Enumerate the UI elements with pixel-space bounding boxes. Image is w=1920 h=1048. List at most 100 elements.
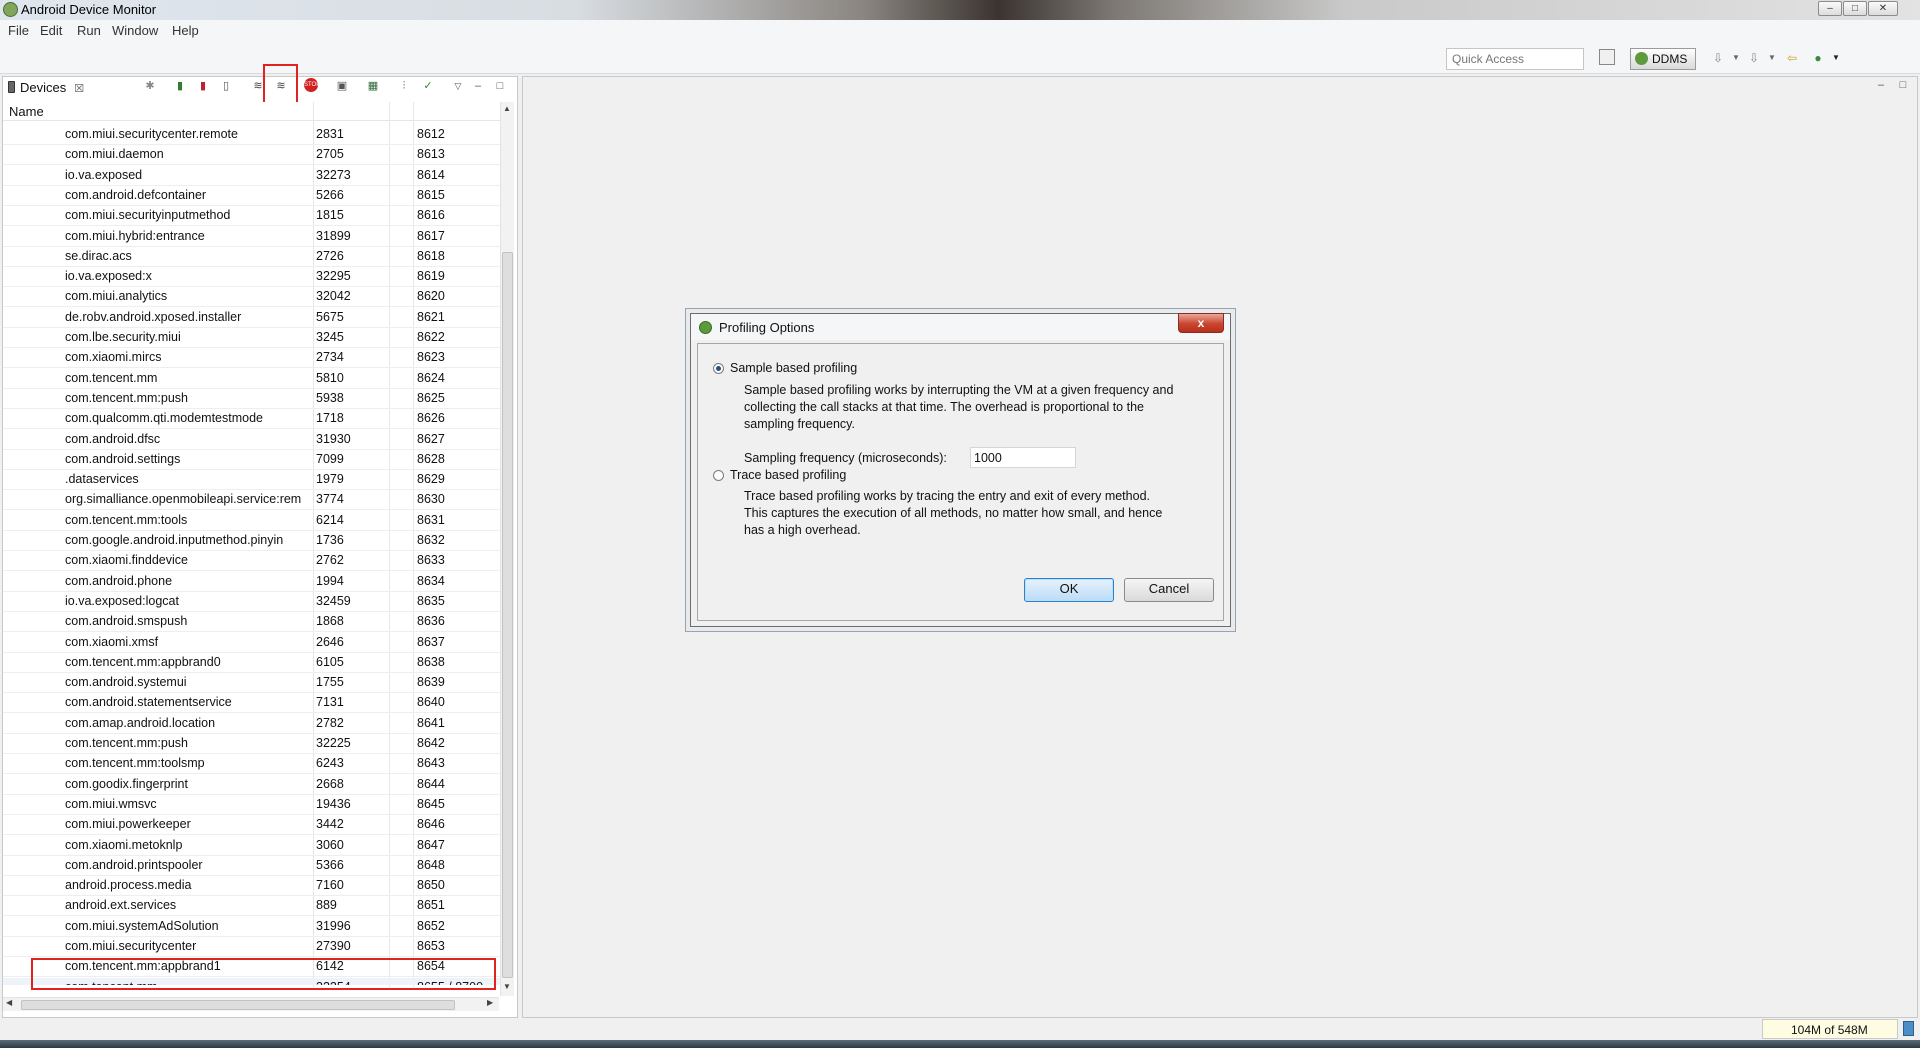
table-row[interactable]: com.miui.securityinputmethod 1815 8616 — [3, 206, 500, 227]
table-row[interactable]: com.android.dfsc 31930 8627 — [3, 430, 500, 450]
table-row[interactable]: org.simalliance.openmobileapi.service:re… — [3, 490, 500, 511]
table-row[interactable]: com.goodix.fingerprint 2668 8644 — [3, 775, 500, 795]
scroll-down-icon[interactable]: ▼ — [503, 982, 511, 991]
process-port: 8619 — [417, 269, 445, 284]
menu-run[interactable]: Run — [77, 23, 101, 38]
menu-window[interactable]: Window — [112, 23, 158, 38]
toolbar-action-icon-2[interactable]: ⇩ — [1746, 50, 1762, 66]
table-row[interactable]: com.tencent.mm:tools 6214 8631 — [3, 511, 500, 531]
table-row[interactable]: com.android.defcontainer 5266 8615 — [3, 186, 500, 206]
dropdown-arrow-icon[interactable]: ▼ — [1728, 50, 1744, 66]
table-row[interactable]: com.miui.analytics 32042 8620 — [3, 287, 500, 308]
table-row[interactable]: com.google.android.inputmethod.pinyin 173… — [3, 531, 500, 551]
maximize-button[interactable]: □ — [1843, 1, 1867, 16]
table-row[interactable]: com.android.phone 1994 8634 — [3, 572, 500, 592]
cancel-button[interactable]: Cancel — [1124, 578, 1214, 602]
dialog-content: Sample based profiling Sample based prof… — [697, 343, 1224, 621]
process-pid: 5266 — [316, 187, 344, 202]
table-row[interactable]: io.va.exposed:x 32295 8619 — [3, 267, 500, 288]
table-row[interactable]: com.miui.systemAdSolution 31996 8652 — [3, 917, 500, 937]
back-icon[interactable]: ⇦ — [1784, 50, 1800, 66]
sample-profiling-radio[interactable] — [713, 363, 724, 374]
process-port: 8625 — [417, 390, 445, 405]
trace-profiling-label[interactable]: Trace based profiling — [730, 467, 846, 484]
maximize-view-icon[interactable]: □ — [492, 78, 508, 94]
dialog-close-button[interactable]: x — [1178, 313, 1224, 333]
table-row[interactable]: com.lbe.security.miui 3245 8622 — [3, 328, 500, 348]
vertical-scrollbar[interactable]: ▲ ▼ — [500, 102, 514, 996]
table-row[interactable]: de.robv.android.xposed.installer 5675 8621 — [3, 308, 500, 328]
table-row[interactable]: com.tencent.mm:toolsmp 6243 8643 — [3, 754, 500, 775]
systrace-icon[interactable]: ⫶ — [396, 78, 412, 94]
sample-profiling-label[interactable]: Sample based profiling — [730, 360, 857, 377]
minimize-button[interactable]: – — [1818, 1, 1842, 16]
menu-file[interactable]: File — [8, 23, 29, 38]
devices-column-header[interactable]: Name — [3, 102, 500, 121]
stop-process-icon[interactable]: STOP — [304, 78, 320, 92]
scroll-thumb[interactable] — [21, 1000, 455, 1010]
menu-help[interactable]: Help — [172, 23, 199, 38]
table-row[interactable]: com.miui.daemon 2705 8613 — [3, 145, 500, 166]
table-row[interactable]: com.miui.securitycenter.remote 2831 8612 — [3, 125, 500, 145]
table-row[interactable]: com.android.smspush 1868 8636 — [3, 612, 500, 633]
sampling-frequency-input[interactable]: 1000 — [970, 447, 1076, 468]
table-row[interactable]: com.miui.wmsvc 19436 8645 — [3, 795, 500, 815]
view-menu-icon[interactable]: ▽ — [450, 78, 466, 94]
trace-profiling-radio[interactable] — [713, 470, 724, 481]
dump-hprof-icon[interactable]: ▮ — [195, 78, 211, 94]
minimize-view-icon[interactable]: – — [1873, 77, 1889, 93]
screen-capture-icon[interactable]: ▣ — [334, 78, 350, 94]
table-row[interactable]: com.android.settings 7099 8628 — [3, 450, 500, 470]
update-heap-icon[interactable]: ▮ — [172, 78, 188, 94]
horizontal-scrollbar[interactable]: ◀ ▶ — [3, 997, 499, 1011]
table-row[interactable]: com.tencent.mm:push 32225 8642 — [3, 734, 500, 754]
process-port: 8628 — [417, 451, 445, 466]
table-row[interactable]: android.ext.services 889 8651 — [3, 896, 500, 917]
table-row[interactable]: com.miui.hybrid:entrance 31899 8617 — [3, 227, 500, 247]
toolbar-action-icon-1[interactable]: ⇩ — [1710, 50, 1726, 66]
table-row[interactable]: com.android.systemui 1755 8639 — [3, 673, 500, 694]
dropdown-arrow-icon[interactable]: ▼ — [1764, 50, 1780, 66]
cause-gc-icon[interactable]: ▯ — [218, 78, 234, 94]
ok-button[interactable]: OK — [1024, 578, 1114, 602]
close-icon[interactable]: ☒ — [74, 83, 84, 95]
table-row[interactable]: com.tencent.mm:appbrand0 6105 8638 — [3, 653, 500, 673]
table-row[interactable]: .dataservices 1979 8629 — [3, 470, 500, 491]
table-row[interactable]: com.android.printspooler 5366 8648 — [3, 856, 500, 876]
table-row[interactable]: io.va.exposed 32273 8614 — [3, 166, 500, 186]
table-row[interactable]: com.android.statementservice 7131 8640 — [3, 693, 500, 714]
opengl-trace-icon[interactable]: ✓ — [420, 78, 436, 94]
minimize-view-icon[interactable]: – — [470, 78, 486, 94]
table-row[interactable]: io.va.exposed:logcat 32459 8635 — [3, 592, 500, 612]
ddms-perspective-button[interactable]: DDMS — [1630, 48, 1696, 70]
trace-profiling-description-3: has a high overhead. — [744, 523, 861, 537]
close-window-button[interactable]: ✕ — [1868, 1, 1898, 16]
open-perspective-icon[interactable] — [1599, 49, 1615, 65]
scroll-up-icon[interactable]: ▲ — [503, 104, 511, 113]
menu-edit[interactable]: Edit — [40, 23, 62, 38]
table-row[interactable]: com.xiaomi.metoknlp 3060 8647 — [3, 836, 500, 856]
scroll-thumb[interactable] — [502, 252, 513, 978]
table-row[interactable]: com.xiaomi.xmsf 2646 8637 — [3, 633, 500, 653]
table-row[interactable]: com.tencent.mm:push 5938 8625 — [3, 389, 500, 409]
run-icon[interactable]: ● — [1810, 50, 1826, 66]
table-row[interactable]: com.xiaomi.mircs 2734 8623 — [3, 348, 500, 369]
quick-access-input[interactable]: Quick Access — [1446, 48, 1584, 70]
dump-view-hierarchy-icon[interactable]: ▦ — [365, 78, 381, 94]
devices-tab[interactable]: Devices ☒ — [2, 78, 94, 98]
table-row[interactable]: se.dirac.acs 2726 8618 — [3, 247, 500, 267]
table-row[interactable]: android.process.media 7160 8650 — [3, 876, 500, 897]
table-row[interactable]: com.xiaomi.finddevice 2762 8633 — [3, 551, 500, 572]
scroll-right-icon[interactable]: ▶ — [487, 998, 493, 1007]
trash-icon[interactable] — [1903, 1021, 1914, 1036]
maximize-view-icon[interactable]: □ — [1895, 77, 1911, 93]
table-row[interactable]: com.amap.android.location 2782 8641 — [3, 714, 500, 734]
dropdown-arrow-icon[interactable]: ▼ — [1828, 50, 1844, 66]
table-row[interactable]: com.tencent.mm 5810 8624 — [3, 369, 500, 389]
scroll-left-icon[interactable]: ◀ — [6, 998, 12, 1007]
table-row[interactable]: com.miui.powerkeeper 3442 8646 — [3, 815, 500, 836]
devices-process-list: com.miui.securitycenter.remote 2831 8612 co… — [3, 125, 500, 985]
table-row[interactable]: com.qualcomm.qti.modemtestmode 1718 8626 — [3, 409, 500, 430]
debug-icon[interactable]: ✱ — [142, 78, 158, 94]
table-row[interactable]: com.miui.securitycenter 27390 8653 — [3, 937, 500, 957]
